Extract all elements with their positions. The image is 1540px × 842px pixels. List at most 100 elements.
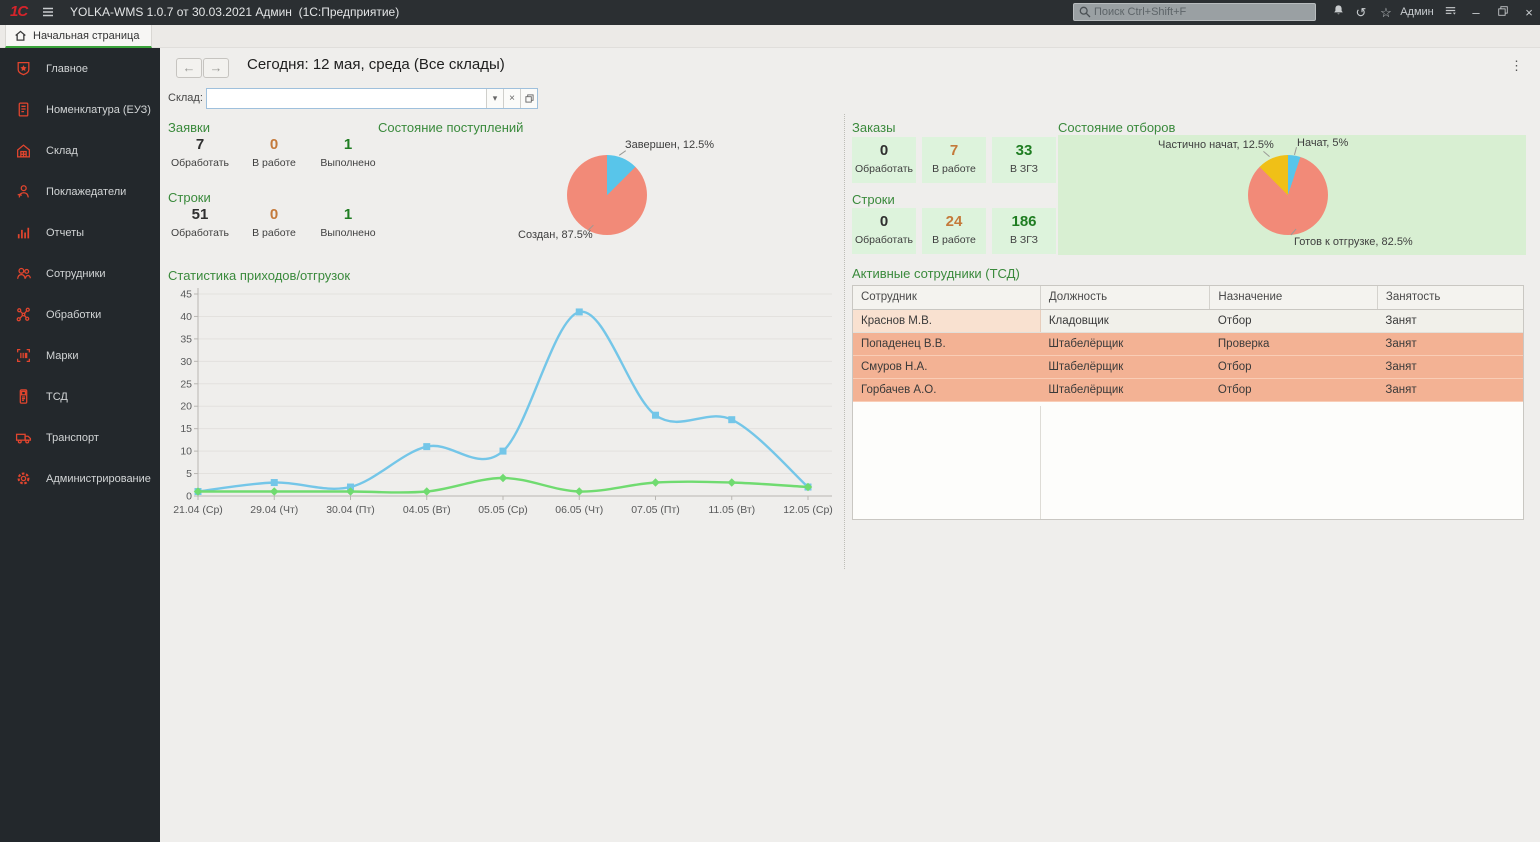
sidebar-item-tsd[interactable]: ТСД: [0, 376, 160, 417]
cell[interactable]: Занят: [1377, 378, 1523, 401]
order-lines-metrics: 0Обработать 24В работе 186В ЗГЗ: [852, 208, 1060, 254]
cell[interactable]: Проверка: [1210, 332, 1378, 355]
close-icon[interactable]: ×: [1519, 3, 1539, 22]
svg-text:12.05 (Ср): 12.05 (Ср): [783, 504, 833, 516]
sidebar-item-administrirovanie[interactable]: Администрирование: [0, 458, 160, 499]
line-chart: 05101520253035404521.04 (Ср)29.04 (Чт)30…: [172, 282, 837, 524]
cell[interactable]: Отбор: [1210, 309, 1378, 332]
svg-text:11.05 (Вт): 11.05 (Вт): [708, 504, 755, 516]
sidebar: Главное Номенклатура (ЕУЗ) Склад Поклаже…: [0, 48, 160, 842]
svg-text:21.04 (Ср): 21.04 (Ср): [173, 504, 223, 516]
document-icon: [15, 101, 32, 118]
sidebar-item-pokladateli[interactable]: Поклажедатели: [0, 171, 160, 212]
main-menu-icon[interactable]: [40, 4, 56, 20]
svg-text:30.04 (Пт): 30.04 (Пт): [326, 504, 375, 516]
1c-logo: 1С: [10, 3, 27, 20]
cell[interactable]: Краснов М.В.: [853, 309, 1040, 332]
service-menu-icon[interactable]: [1440, 3, 1460, 22]
col-header-dolzhnost[interactable]: Должность: [1040, 286, 1210, 309]
panel-divider: [844, 114, 845, 569]
col-header-naznachenie[interactable]: Назначение: [1210, 286, 1378, 309]
sidebar-item-sklad[interactable]: Склад: [0, 130, 160, 171]
sidebar-item-marki[interactable]: Марки: [0, 335, 160, 376]
svg-text:40: 40: [180, 311, 192, 323]
warehouse-combo: ▾ ×: [206, 88, 538, 109]
metric: 0В работе: [238, 206, 310, 239]
global-search[interactable]: [1073, 3, 1316, 21]
svg-text:10: 10: [180, 446, 192, 458]
cell[interactable]: Горбачев А.О.: [853, 378, 1040, 401]
employee-row[interactable]: Попаденец В.В.ШтабелёрщикПроверкаЗанят: [853, 332, 1523, 355]
metric: 1Выполнено: [312, 206, 384, 239]
processing-icon: [15, 306, 32, 323]
cell[interactable]: Отбор: [1210, 378, 1378, 401]
metric: 1Выполнено: [312, 136, 384, 169]
metric: 0Обработать: [852, 137, 916, 183]
metric: 7Обработать: [164, 136, 236, 169]
employees-title: Активные сотрудники (ТСД): [852, 266, 1020, 281]
minimize-icon[interactable]: –: [1466, 3, 1486, 22]
employees-table: Сотрудник Должность Назначение Занятость…: [852, 285, 1524, 520]
employee-row[interactable]: Горбачев А.О.ШтабелёрщикОтборЗанят: [853, 378, 1523, 401]
pie-label-nachat: Начат, 5%: [1297, 137, 1348, 149]
reports-chart-icon: [15, 224, 32, 241]
col-header-sotrudnik[interactable]: Сотрудник: [853, 286, 1040, 309]
cell[interactable]: Попаденец В.В.: [853, 332, 1040, 355]
pie-label-chastichno: Частично начат, 12.5%: [1158, 139, 1274, 151]
svg-text:30: 30: [180, 356, 192, 368]
restore-window-icon[interactable]: [1493, 3, 1513, 22]
history-icon[interactable]: ↺: [1351, 3, 1371, 22]
sidebar-item-label: Сотрудники: [46, 268, 106, 280]
warehouse-dropdown-icon[interactable]: ▾: [486, 89, 503, 108]
star-badge-icon: [15, 60, 32, 77]
cell[interactable]: Штабелёрщик: [1040, 355, 1210, 378]
sidebar-item-glavnoe[interactable]: Главное: [0, 48, 160, 89]
orders-metrics: 0Обработать 7В работе 33В ЗГЗ: [852, 137, 1060, 183]
marks-barcode-icon: [15, 347, 32, 364]
cell[interactable]: Кладовщик: [1040, 309, 1210, 332]
col-header-zanyatost[interactable]: Занятость: [1377, 286, 1523, 309]
sidebar-item-sotrudniki[interactable]: Сотрудники: [0, 253, 160, 294]
favorites-star-icon[interactable]: ☆: [1376, 3, 1396, 22]
cell[interactable]: Штабелёрщик: [1040, 378, 1210, 401]
notifications-bell-icon[interactable]: [1328, 3, 1348, 22]
cell[interactable]: Штабелёрщик: [1040, 332, 1210, 355]
sidebar-item-nomenklatura[interactable]: Номенклатура (ЕУЗ): [0, 89, 160, 130]
svg-text:04.05 (Вт): 04.05 (Вт): [403, 504, 451, 516]
sidebar-item-otchety[interactable]: Отчеты: [0, 212, 160, 253]
employee-row[interactable]: Краснов М.В.КладовщикОтборЗанят: [853, 309, 1523, 332]
picks-pie-title: Состояние отборов: [1058, 120, 1175, 135]
employee-row[interactable]: Смуров Н.А.ШтабелёрщикОтборЗанят: [853, 355, 1523, 378]
sidebar-item-obrabotki[interactable]: Обработки: [0, 294, 160, 335]
metric: 0В работе: [238, 136, 310, 169]
metric: 33В ЗГЗ: [992, 137, 1056, 183]
warehouse-clear-icon[interactable]: ×: [503, 89, 520, 108]
cell[interactable]: Занят: [1377, 332, 1523, 355]
cell[interactable]: Смуров Н.А.: [853, 355, 1040, 378]
cell[interactable]: Занят: [1377, 355, 1523, 378]
cell[interactable]: Отбор: [1210, 355, 1378, 378]
sidebar-item-label: Администрирование: [46, 473, 151, 485]
more-menu-icon[interactable]: ⋮: [1510, 58, 1523, 74]
app-title: YOLKA-WMS 1.0.7 от 30.03.2021 Админ (1С:…: [70, 5, 399, 19]
tab-home[interactable]: Начальная страница: [5, 25, 152, 48]
sidebar-item-label: Номенклатура (ЕУЗ): [46, 104, 151, 116]
back-button[interactable]: ←: [176, 58, 202, 78]
sidebar-item-transport[interactable]: Транспорт: [0, 417, 160, 458]
user-badge[interactable]: Админ: [1398, 3, 1436, 22]
line-chart-title: Статистика приходов/отгрузок: [168, 268, 350, 283]
search-input[interactable]: [1092, 5, 1311, 19]
pie-label-gotov: Готов к отгрузке, 82.5%: [1294, 236, 1413, 248]
forward-button[interactable]: →: [203, 58, 229, 78]
svg-text:0: 0: [186, 491, 192, 503]
receipts-pie-title: Состояние поступлений: [378, 120, 523, 135]
warehouse-input[interactable]: [207, 89, 486, 108]
requests-metrics: 7Обработать 0В работе 1Выполнено: [164, 136, 384, 169]
request-lines-title: Строки: [168, 190, 211, 205]
cell[interactable]: Занят: [1377, 309, 1523, 332]
column-separator: [1040, 406, 1041, 519]
metric: 7В работе: [922, 137, 986, 183]
truck-icon: [15, 429, 32, 446]
svg-text:25: 25: [180, 378, 192, 390]
warehouse-open-icon[interactable]: [520, 89, 537, 108]
